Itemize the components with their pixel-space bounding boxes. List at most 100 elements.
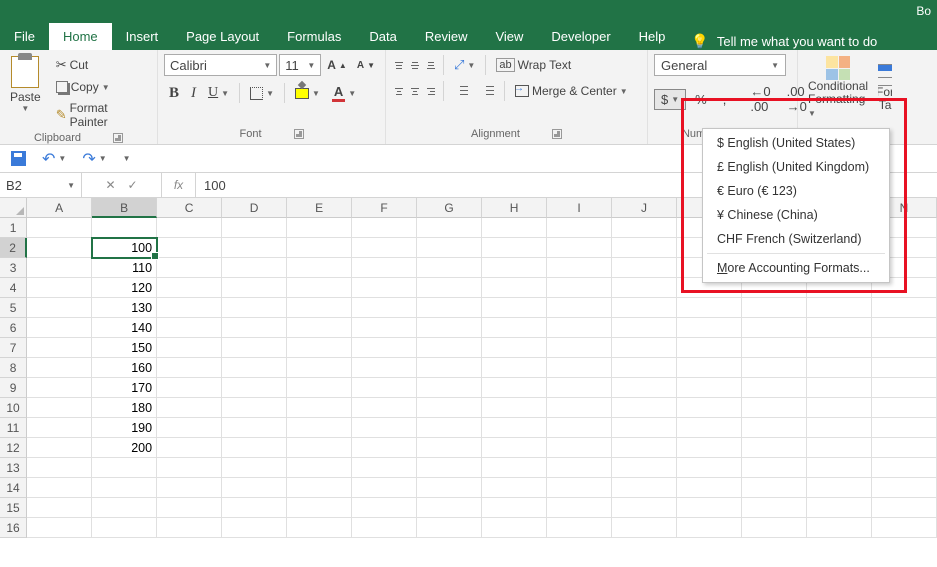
- cell-D6[interactable]: [222, 318, 287, 338]
- cell-E15[interactable]: [287, 498, 352, 518]
- cell-L15[interactable]: [742, 498, 807, 518]
- menu-tab-home[interactable]: Home: [49, 23, 112, 50]
- cell-M6[interactable]: [807, 318, 872, 338]
- orientation-button[interactable]: ⤢ ▼: [449, 54, 480, 76]
- cell-L14[interactable]: [742, 478, 807, 498]
- cell-E8[interactable]: [287, 358, 352, 378]
- cell-J7[interactable]: [612, 338, 677, 358]
- redo-button[interactable]: ↷▼: [77, 146, 111, 172]
- menu-tab-data[interactable]: Data: [355, 23, 410, 50]
- undo-button[interactable]: ↶▼: [37, 146, 71, 172]
- cell-B5[interactable]: 130: [92, 298, 157, 318]
- row-header-13[interactable]: 13: [0, 458, 27, 478]
- cell-J3[interactable]: [612, 258, 677, 278]
- row-header-1[interactable]: 1: [0, 218, 27, 238]
- cell-A15[interactable]: [27, 498, 92, 518]
- cell-M13[interactable]: [807, 458, 872, 478]
- more-accounting-formats[interactable]: More Accounting Formats...: [703, 256, 889, 280]
- cell-K12[interactable]: [677, 438, 742, 458]
- cell-C11[interactable]: [157, 418, 222, 438]
- cell-D9[interactable]: [222, 378, 287, 398]
- cell-G8[interactable]: [417, 358, 482, 378]
- menu-tab-review[interactable]: Review: [411, 23, 482, 50]
- row-header-5[interactable]: 5: [0, 298, 27, 318]
- cell-C1[interactable]: [157, 218, 222, 238]
- paste-button[interactable]: Paste ▼: [6, 54, 45, 115]
- cell-C9[interactable]: [157, 378, 222, 398]
- number-format-select[interactable]: General▼: [654, 54, 786, 76]
- row-header-15[interactable]: 15: [0, 498, 27, 518]
- cell-H4[interactable]: [482, 278, 547, 298]
- cell-I12[interactable]: [547, 438, 612, 458]
- align-bottom-button[interactable]: [424, 59, 438, 72]
- select-all-button[interactable]: [0, 198, 27, 218]
- cell-J14[interactable]: [612, 478, 677, 498]
- cell-C16[interactable]: [157, 518, 222, 538]
- decrease-font-button[interactable]: A▼: [353, 58, 379, 73]
- cell-M12[interactable]: [807, 438, 872, 458]
- cell-N10[interactable]: [872, 398, 937, 418]
- cell-H8[interactable]: [482, 358, 547, 378]
- cell-L6[interactable]: [742, 318, 807, 338]
- cell-F10[interactable]: [352, 398, 417, 418]
- font-dialog-launcher[interactable]: [294, 129, 304, 139]
- currency-option-4[interactable]: CHF French (Switzerland): [703, 227, 889, 251]
- currency-option-2[interactable]: € Euro (€ 123): [703, 179, 889, 203]
- cell-L12[interactable]: [742, 438, 807, 458]
- cell-F6[interactable]: [352, 318, 417, 338]
- cell-K8[interactable]: [677, 358, 742, 378]
- cell-E6[interactable]: [287, 318, 352, 338]
- currency-option-1[interactable]: £ English (United Kingdom): [703, 155, 889, 179]
- cell-A1[interactable]: [27, 218, 92, 238]
- cell-E11[interactable]: [287, 418, 352, 438]
- copy-button[interactable]: Copy▼: [51, 77, 151, 97]
- cell-I13[interactable]: [547, 458, 612, 478]
- cell-F8[interactable]: [352, 358, 417, 378]
- align-middle-button[interactable]: [408, 59, 422, 72]
- cell-G7[interactable]: [417, 338, 482, 358]
- cell-K7[interactable]: [677, 338, 742, 358]
- cell-J2[interactable]: [612, 238, 677, 258]
- column-header-D[interactable]: D: [222, 198, 287, 218]
- cell-H16[interactable]: [482, 518, 547, 538]
- column-header-I[interactable]: I: [547, 198, 612, 218]
- row-header-11[interactable]: 11: [0, 418, 27, 438]
- cell-D1[interactable]: [222, 218, 287, 238]
- row-header-2[interactable]: 2: [0, 238, 27, 258]
- cell-G11[interactable]: [417, 418, 482, 438]
- cell-N8[interactable]: [872, 358, 937, 378]
- cell-G9[interactable]: [417, 378, 482, 398]
- cell-M15[interactable]: [807, 498, 872, 518]
- cell-J10[interactable]: [612, 398, 677, 418]
- cell-D12[interactable]: [222, 438, 287, 458]
- cell-G14[interactable]: [417, 478, 482, 498]
- qat-customize-button[interactable]: ▼: [118, 151, 136, 166]
- cell-C12[interactable]: [157, 438, 222, 458]
- cell-B14[interactable]: [92, 478, 157, 498]
- cell-A7[interactable]: [27, 338, 92, 358]
- font-size-select[interactable]: 11▼: [279, 54, 321, 76]
- currency-option-0[interactable]: $ English (United States): [703, 131, 889, 155]
- row-header-8[interactable]: 8: [0, 358, 27, 378]
- format-painter-button[interactable]: ✎Format Painter: [51, 98, 151, 132]
- cell-K6[interactable]: [677, 318, 742, 338]
- cell-K11[interactable]: [677, 418, 742, 438]
- cell-F13[interactable]: [352, 458, 417, 478]
- save-button[interactable]: [6, 148, 31, 169]
- cell-B15[interactable]: [92, 498, 157, 518]
- cell-F11[interactable]: [352, 418, 417, 438]
- cell-F16[interactable]: [352, 518, 417, 538]
- menu-tab-help[interactable]: Help: [625, 23, 680, 50]
- cell-C8[interactable]: [157, 358, 222, 378]
- cell-I14[interactable]: [547, 478, 612, 498]
- wrap-text-button[interactable]: abWrap Text: [491, 55, 576, 75]
- cell-H3[interactable]: [482, 258, 547, 278]
- cell-H14[interactable]: [482, 478, 547, 498]
- cell-N14[interactable]: [872, 478, 937, 498]
- cell-J4[interactable]: [612, 278, 677, 298]
- cell-F9[interactable]: [352, 378, 417, 398]
- currency-option-3[interactable]: ¥ Chinese (China): [703, 203, 889, 227]
- cell-D10[interactable]: [222, 398, 287, 418]
- cell-E16[interactable]: [287, 518, 352, 538]
- cell-L7[interactable]: [742, 338, 807, 358]
